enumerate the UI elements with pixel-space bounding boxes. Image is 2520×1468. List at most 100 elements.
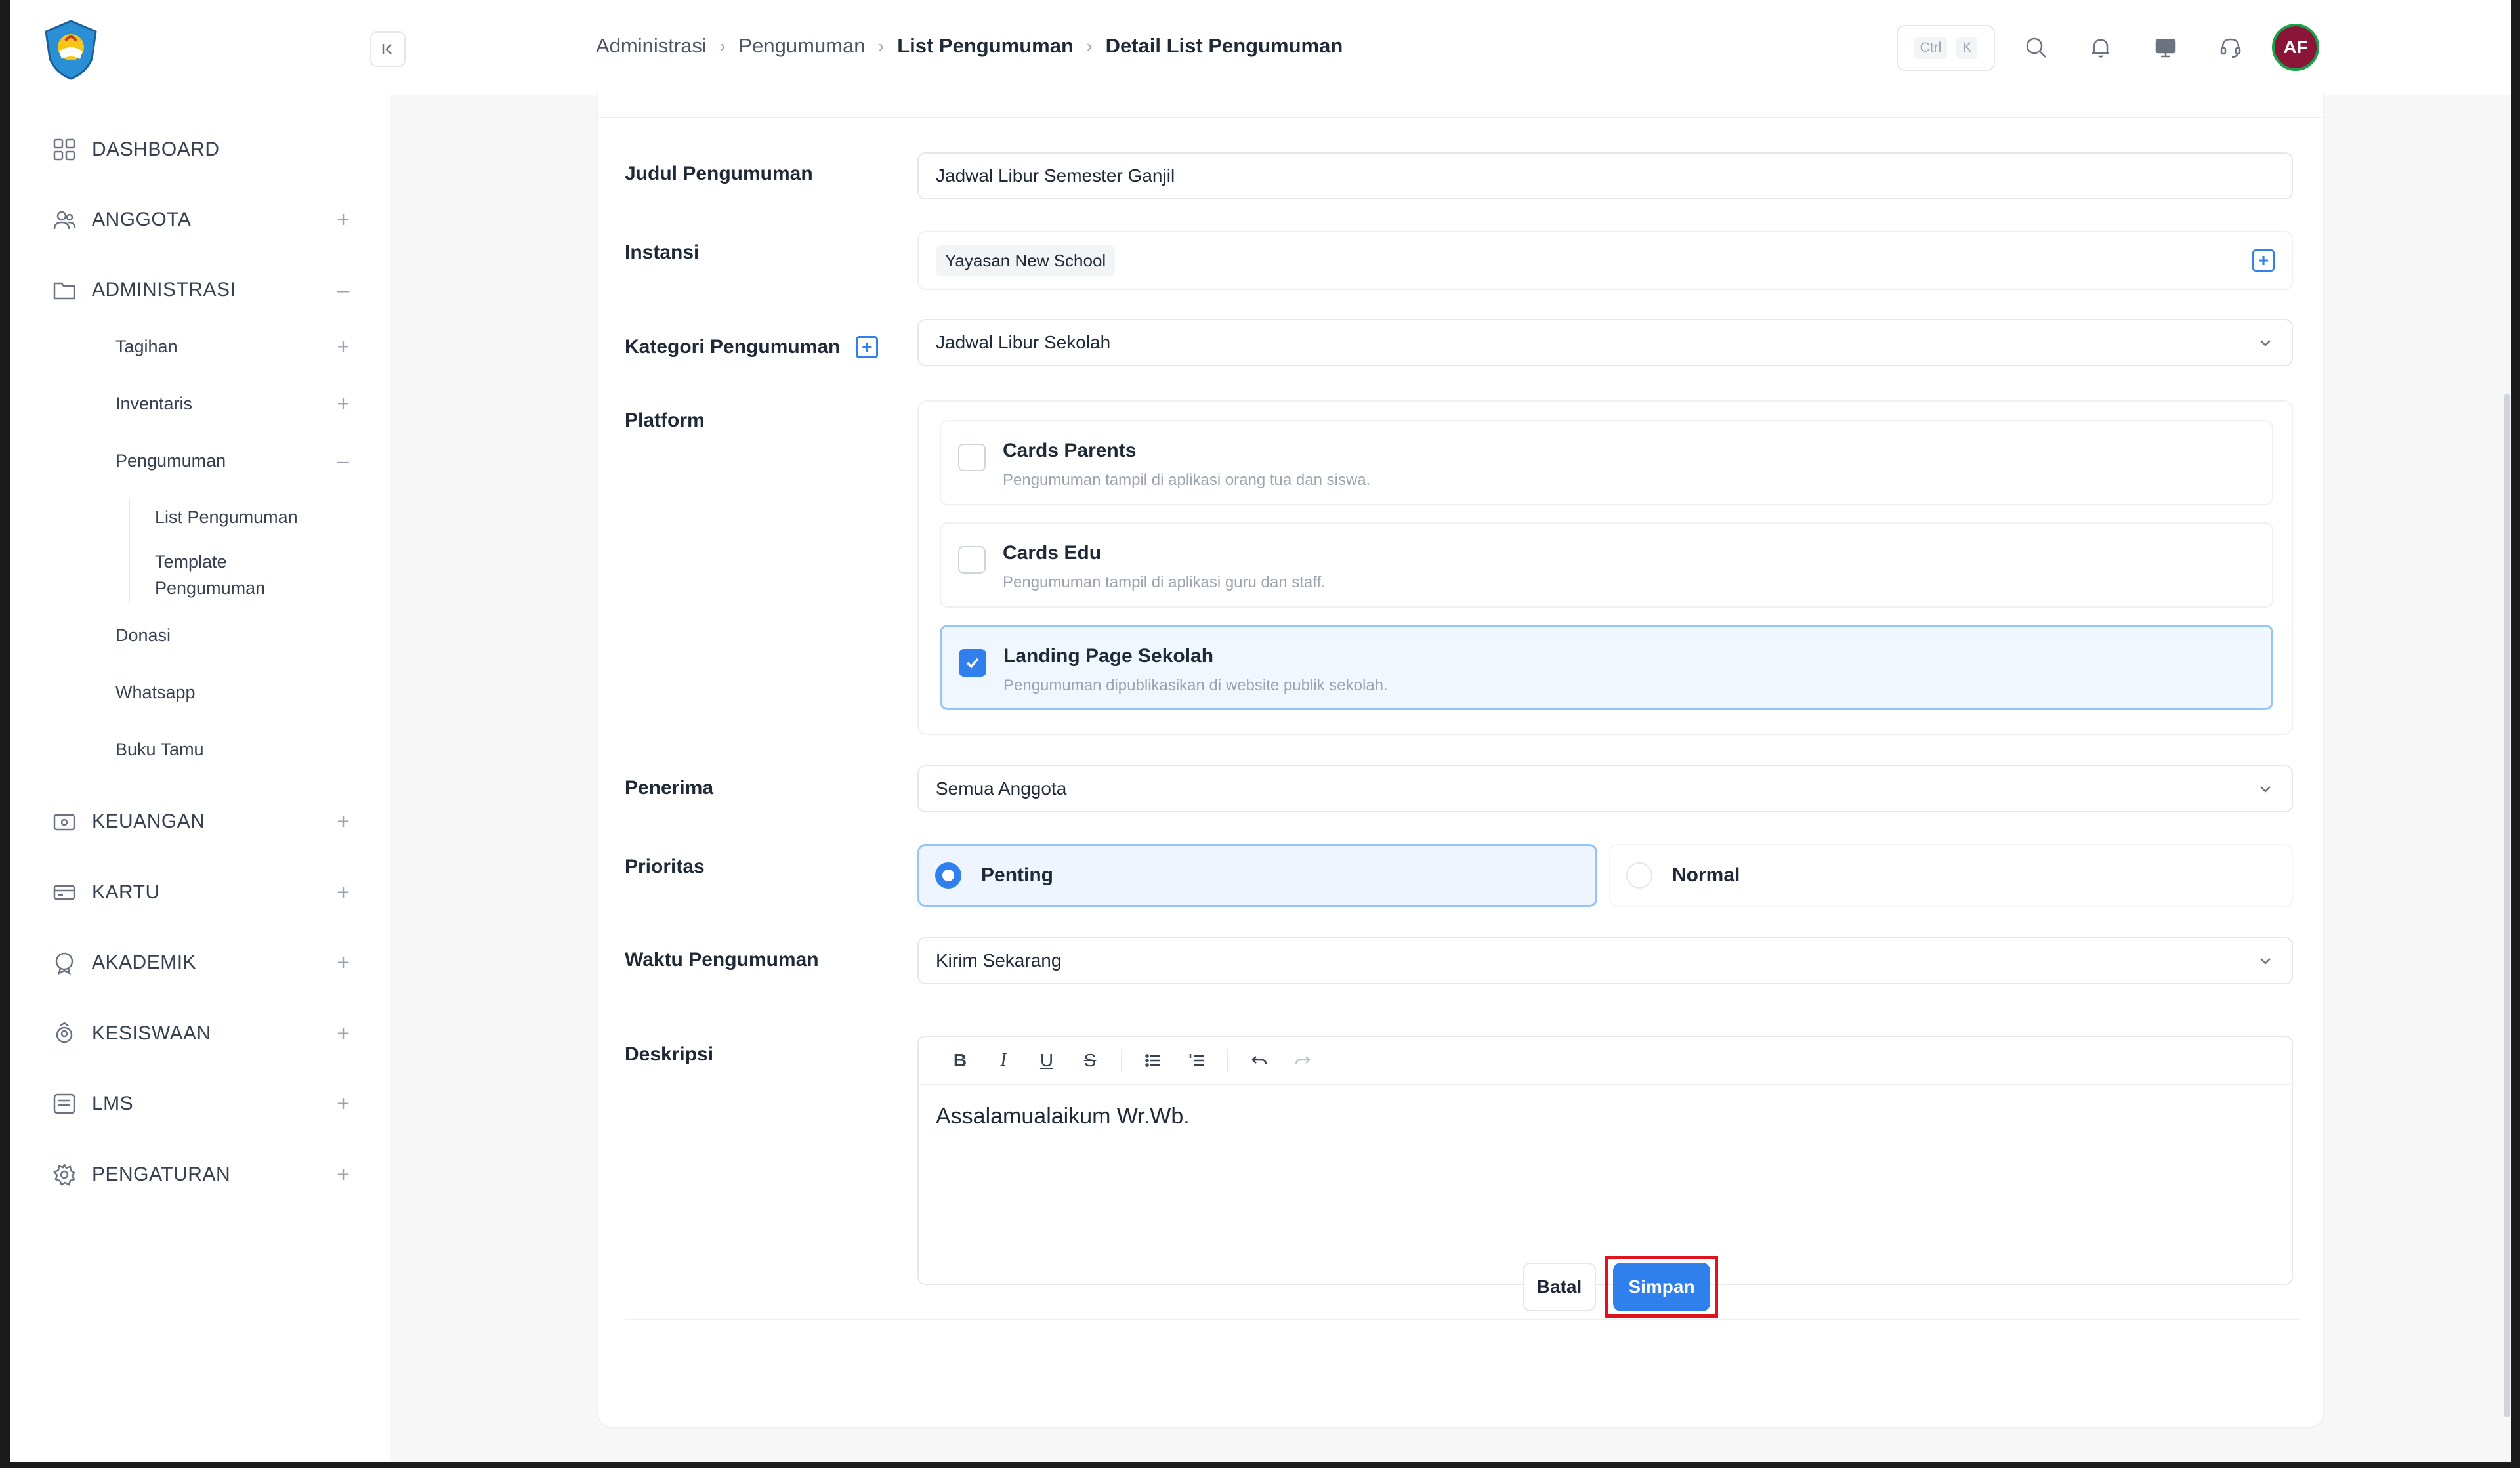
expand-toggle-icon[interactable]: +: [333, 392, 353, 416]
sidebar-item-kesiswaan[interactable]: KESISWAAN +: [51, 1014, 353, 1053]
prioritas-option-penting[interactable]: Penting: [917, 844, 1597, 907]
sidebar-subitem-buku-tamu[interactable]: Buku Tamu: [116, 731, 353, 768]
subitem-label: Tagihan: [116, 336, 178, 356]
radio[interactable]: [1626, 862, 1652, 889]
cancel-button[interactable]: Batal: [1522, 1263, 1596, 1311]
divider: [598, 117, 2323, 118]
checkbox[interactable]: [958, 444, 986, 471]
app-logo[interactable]: [39, 18, 102, 81]
sidebar-item-administrasi[interactable]: ADMINISTRASI –: [51, 270, 353, 310]
search-shortcut-button[interactable]: Ctrl K: [1897, 25, 1995, 71]
instansi-select[interactable]: Yayasan New School +: [917, 231, 2293, 290]
collapse-toggle-icon[interactable]: –: [333, 278, 353, 303]
italic-icon[interactable]: I: [982, 1044, 1025, 1077]
sidebar-item-lms[interactable]: LMS +: [51, 1084, 353, 1123]
sidebar-subitem-inventaris[interactable]: Inventaris +: [116, 385, 353, 422]
deskripsi-label: Deskripsi: [625, 1043, 714, 1065]
option-description: Pengumuman tampil di aplikasi orang tua …: [1003, 471, 1371, 489]
underline-icon[interactable]: U: [1025, 1044, 1068, 1077]
strikethrough-icon[interactable]: S: [1068, 1044, 1112, 1077]
sidebar-subitem-whatsapp[interactable]: Whatsapp: [116, 674, 353, 711]
add-kategori-icon[interactable]: +: [856, 336, 879, 358]
kategori-select[interactable]: Jadwal Libur Sekolah: [917, 319, 2293, 366]
sidebar-subitem-pengumuman[interactable]: Pengumuman –: [116, 442, 353, 479]
undo-icon[interactable]: [1238, 1044, 1281, 1077]
monitor-icon[interactable]: [2151, 33, 2181, 63]
waktu-value: Kirim Sekarang: [936, 950, 1062, 971]
judul-value: Jadwal Libur Semester Ganjil: [936, 165, 1175, 186]
sidebar-subitem-tagihan[interactable]: Tagihan +: [116, 328, 353, 365]
numbered-list-icon[interactable]: [1175, 1044, 1218, 1077]
search-icon[interactable]: [2021, 33, 2051, 63]
sidebar-item-label: ADMINISTRASI: [92, 279, 236, 301]
redo-icon[interactable]: [1281, 1044, 1324, 1077]
gear-icon: [51, 1162, 77, 1188]
waktu-select[interactable]: Kirim Sekarang: [917, 937, 2293, 984]
expand-toggle-icon[interactable]: +: [333, 1162, 353, 1188]
scrollbar[interactable]: [2504, 394, 2510, 1417]
subitem-label: Inventaris: [116, 393, 193, 413]
radio-selected[interactable]: [935, 862, 961, 889]
user-avatar[interactable]: AF: [2272, 24, 2319, 71]
add-instansi-icon[interactable]: +: [2252, 249, 2275, 272]
platform-option-cards-parents[interactable]: Cards Parents Pengumuman tampil di aplik…: [940, 420, 2273, 505]
expand-toggle-icon[interactable]: +: [333, 809, 353, 835]
dashboard-icon: [51, 136, 77, 163]
bell-icon[interactable]: [2086, 33, 2116, 63]
chevron-right-icon: ›: [878, 35, 885, 56]
deskripsi-content[interactable]: Assalamualaikum Wr.Wb.: [936, 1104, 1190, 1129]
save-button[interactable]: Simpan: [1613, 1263, 1710, 1311]
bold-icon[interactable]: B: [938, 1044, 982, 1077]
breadcrumb-item-list-pengumuman[interactable]: List Pengumuman: [897, 34, 1074, 58]
divider: [625, 1319, 2300, 1320]
expand-toggle-icon[interactable]: +: [333, 1091, 353, 1117]
sidebar-subitem-template-pengumuman[interactable]: Template Pengumuman: [155, 549, 293, 601]
sidebar-item-keuangan[interactable]: KEUANGAN +: [51, 802, 353, 841]
prioritas-option-normal[interactable]: Normal: [1609, 844, 2293, 907]
expand-toggle-icon[interactable]: +: [333, 1021, 353, 1047]
breadcrumb-item-pengumuman[interactable]: Pengumuman: [739, 34, 866, 58]
penerima-value: Semua Anggota: [936, 778, 1067, 799]
expand-toggle-icon[interactable]: +: [333, 207, 353, 233]
support-headset-icon[interactable]: [2216, 33, 2246, 63]
chevron-down-icon: [2260, 786, 2271, 793]
sidebar-item-dashboard[interactable]: DASHBOARD: [51, 130, 353, 169]
breadcrumb-item-administrasi[interactable]: Administrasi: [596, 34, 707, 58]
chevron-right-icon: ›: [1086, 35, 1093, 56]
sidebar-item-label: KARTU: [92, 881, 160, 903]
checkbox[interactable]: [958, 546, 986, 574]
collapse-sidebar-button[interactable]: [370, 31, 406, 67]
judul-input[interactable]: Jadwal Libur Semester Ganjil: [917, 152, 2293, 199]
shortcut-key: K: [1956, 37, 1978, 59]
check-icon: [966, 658, 979, 669]
platform-option-landing-page[interactable]: Landing Page Sekolah Pengumuman dipublik…: [940, 625, 2273, 710]
subitem-label: Donasi: [116, 625, 171, 645]
expand-toggle-icon[interactable]: +: [333, 335, 353, 359]
sidebar-subitem-donasi[interactable]: Donasi: [116, 617, 353, 654]
sidebar-item-anggota[interactable]: ANGGOTA +: [51, 200, 353, 240]
sidebar-item-label: ANGGOTA: [92, 209, 192, 230]
sidebar-item-pengaturan[interactable]: PENGATURAN +: [51, 1155, 353, 1194]
penerima-select[interactable]: Semua Anggota: [917, 765, 2293, 812]
announcement-form-card: Judul Pengumuman Jadwal Libur Semester G…: [597, 92, 2324, 1428]
student-icon: [51, 1020, 77, 1047]
shortcut-key: Ctrl: [1914, 37, 1948, 59]
topbar: Administrasi › Pengumuman › List Pengumu…: [390, 0, 2511, 95]
sidebar-item-akademik[interactable]: AKADEMIK +: [51, 943, 353, 982]
platform-option-cards-edu[interactable]: Cards Edu Pengumuman tampil di aplikasi …: [940, 522, 2273, 608]
sidebar-item-kartu[interactable]: KARTU +: [51, 873, 353, 912]
option-title: Cards Edu: [1003, 542, 1102, 564]
kategori-label: Kategori Pengumuman: [625, 336, 841, 358]
prioritas-label: Prioritas: [625, 856, 705, 877]
checkbox-checked[interactable]: [959, 649, 986, 677]
instansi-tag[interactable]: Yayasan New School: [936, 245, 1116, 276]
bullet-list-icon[interactable]: [1131, 1044, 1175, 1077]
expand-toggle-icon[interactable]: +: [333, 950, 353, 976]
sidebar-subitem-list-pengumuman[interactable]: List Pengumuman: [155, 504, 339, 530]
subitem-label: Pengumuman: [116, 450, 226, 471]
breadcrumb-current: Detail List Pengumuman: [1105, 34, 1343, 57]
expand-toggle-icon[interactable]: +: [333, 880, 353, 906]
kategori-label-row: Kategori Pengumuman +: [625, 336, 879, 358]
collapse-toggle-icon[interactable]: –: [333, 449, 353, 473]
subitem-label: Buku Tamu: [116, 739, 204, 759]
